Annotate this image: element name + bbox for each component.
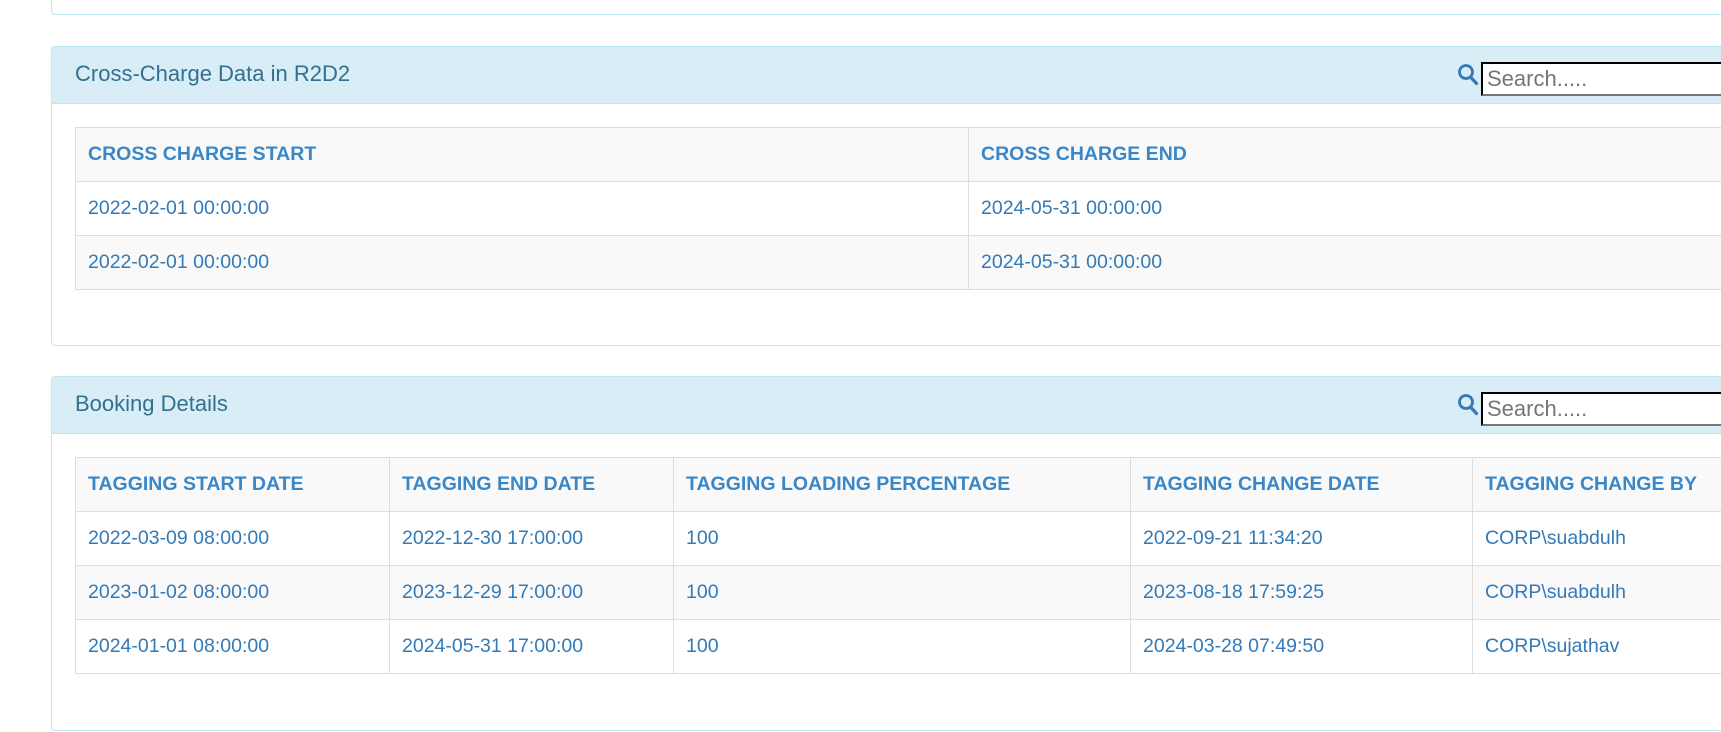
booking-details-panel-title: Booking Details (75, 391, 228, 416)
table-cell: 2023-12-29 17:00:00 (389, 565, 674, 620)
cross-charge-table: CROSS CHARGE START CROSS CHARGE END 2022… (75, 127, 1721, 290)
table-cell: 2023-01-02 08:00:00 (75, 565, 390, 620)
table-cell: CORP\sujathav (1472, 619, 1721, 674)
table-cell: 2023-08-18 17:59:25 (1130, 565, 1473, 620)
table-row[interactable]: 2024-01-01 08:00:00 2024-05-31 17:00:00 … (75, 619, 1721, 674)
table-cell: 2024-03-28 07:49:50 (1130, 619, 1473, 674)
search-icon (1458, 394, 1479, 416)
booking-search-input[interactable] (1481, 392, 1721, 426)
column-header-cross-charge-start[interactable]: CROSS CHARGE START (75, 127, 969, 182)
column-header-tagging-change-date[interactable]: TAGGING CHANGE DATE (1130, 457, 1473, 512)
table-cell: 2022-09-21 11:34:20 (1130, 511, 1473, 566)
table-cell: CORP\suabdulh (1472, 511, 1721, 566)
column-header-tagging-change-by[interactable]: TAGGING CHANGE BY (1472, 457, 1721, 512)
booking-details-panel-heading: Booking Details (52, 377, 1721, 434)
table-cell: 2022-03-09 08:00:00 (75, 511, 390, 566)
table-cell: 2022-02-01 00:00:00 (75, 235, 969, 290)
cross-charge-panel-title: Cross-Charge Data in R2D2 (75, 61, 351, 86)
table-cell: 2024-05-31 17:00:00 (389, 619, 674, 674)
table-row[interactable]: 2023-01-02 08:00:00 2023-12-29 17:00:00 … (75, 565, 1721, 620)
column-header-tagging-end-date[interactable]: TAGGING END DATE (389, 457, 674, 512)
table-cell: 100 (673, 565, 1131, 620)
booking-details-table: TAGGING START DATE TAGGING END DATE TAGG… (75, 457, 1721, 674)
table-cell: 2024-05-31 00:00:00 (968, 235, 1721, 290)
cross-charge-search-input[interactable] (1481, 62, 1721, 96)
table-row[interactable]: 2022-02-01 00:00:00 2024-05-31 00:00:00 (75, 181, 1721, 236)
table-cell: CORP\suabdulh (1472, 565, 1721, 620)
table-cell: 2022-02-01 00:00:00 (75, 181, 969, 236)
table-row[interactable]: 2022-02-01 00:00:00 2024-05-31 00:00:00 (75, 235, 1721, 290)
column-header-tagging-loading-percentage[interactable]: TAGGING LOADING PERCENTAGE (673, 457, 1131, 512)
column-header-cross-charge-end[interactable]: CROSS CHARGE END (968, 127, 1721, 182)
search-icon (1458, 64, 1479, 86)
cross-charge-panel-heading: Cross-Charge Data in R2D2 (52, 47, 1721, 104)
booking-details-panel-body: TAGGING START DATE TAGGING END DATE TAGG… (52, 434, 1721, 674)
booking-details-panel: Booking Details TAGGING START DATE TAGGI… (51, 376, 1721, 731)
table-cell: 2024-01-01 08:00:00 (75, 619, 390, 674)
table-header-row: CROSS CHARGE START CROSS CHARGE END (75, 127, 1721, 182)
table-cell: 100 (673, 619, 1131, 674)
table-cell: 2022-12-30 17:00:00 (389, 511, 674, 566)
previous-panel-bottom (51, 0, 1721, 15)
table-row[interactable]: 2022-03-09 08:00:00 2022-12-30 17:00:00 … (75, 511, 1721, 566)
cross-charge-panel: Cross-Charge Data in R2D2 CROSS CHARGE S… (51, 46, 1721, 346)
table-cell: 2024-05-31 00:00:00 (968, 181, 1721, 236)
cross-charge-panel-body: CROSS CHARGE START CROSS CHARGE END 2022… (52, 104, 1721, 290)
table-cell: 100 (673, 511, 1131, 566)
column-header-tagging-start-date[interactable]: TAGGING START DATE (75, 457, 390, 512)
table-header-row: TAGGING START DATE TAGGING END DATE TAGG… (75, 457, 1721, 512)
